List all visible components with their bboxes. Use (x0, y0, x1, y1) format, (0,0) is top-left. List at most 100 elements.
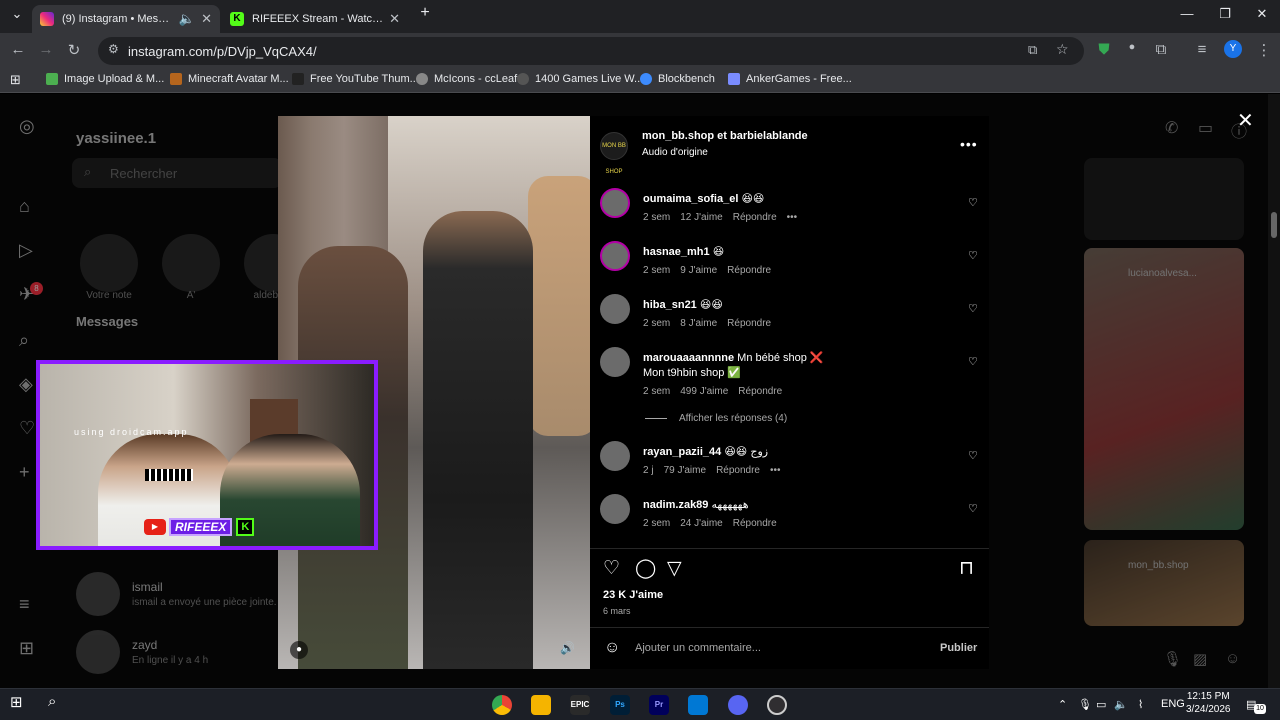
search-icon[interactable]: ⌕ (48, 693, 68, 713)
scrollbar-thumb[interactable] (1271, 212, 1277, 238)
like-icon[interactable]: ♡ (603, 557, 620, 580)
comment-more-icon[interactable]: ••• (787, 212, 798, 223)
explore-icon[interactable]: ◈ (19, 374, 33, 395)
publish-button[interactable]: Publier (940, 642, 977, 654)
clock[interactable]: 12:15 PM 3/24/2026 (1186, 690, 1231, 716)
share-icon[interactable]: ▽ (667, 557, 682, 580)
profile-avatar[interactable]: Y (1224, 40, 1242, 58)
comment-input[interactable]: Ajouter un commentaire... (635, 642, 761, 654)
shield-extension-icon[interactable]: ⛊ (1094, 41, 1114, 58)
avatar[interactable] (600, 347, 630, 377)
bookmark-item[interactable]: Free YouTube Thum... (292, 73, 419, 85)
emoji-icon[interactable]: ☺ (604, 639, 620, 657)
avatar[interactable] (600, 241, 630, 271)
premiere-icon[interactable]: Pr (649, 695, 669, 715)
view-replies-button[interactable]: Afficher les réponses (4) (645, 413, 787, 424)
tagged-user-icon[interactable]: ● (290, 641, 308, 659)
dm-search-input[interactable]: ⌕ Rechercher (72, 158, 282, 188)
comment-username[interactable]: marouaaaannnne (643, 352, 734, 364)
comment-username[interactable]: nadim.zak89 (643, 499, 708, 511)
tab-search-icon[interactable]: ⌄ (2, 6, 32, 22)
obs-icon[interactable] (767, 695, 787, 715)
photoshop-icon[interactable]: Ps (610, 695, 630, 715)
network-tray-icon[interactable]: ⌇ (1138, 698, 1143, 711)
note-avatar[interactable] (80, 234, 138, 292)
like-comment-icon[interactable]: ♡ (968, 196, 978, 209)
comment-likes[interactable]: 12 J'aime (680, 212, 723, 223)
more-grid-icon[interactable]: ⊞ (19, 638, 34, 659)
reply-button[interactable]: Répondre (716, 465, 760, 476)
mic-tray-icon[interactable]: 🎙 (1078, 698, 1092, 711)
back-icon[interactable]: ← (8, 41, 28, 58)
comment-username[interactable]: hiba_sn21 (643, 299, 697, 311)
avatar[interactable] (600, 494, 630, 524)
comment-likes[interactable]: 9 J'aime (680, 265, 717, 276)
likes-count[interactable]: 23 K J'aime (603, 589, 663, 601)
suggested-reel-thumb[interactable]: lucianoalvesa... (1084, 248, 1244, 530)
reload-icon[interactable]: ↻ (64, 41, 84, 59)
discord-icon[interactable] (728, 695, 748, 715)
comment-likes[interactable]: 8 J'aime (680, 318, 717, 329)
file-explorer-icon[interactable] (531, 695, 551, 715)
post-audio-label[interactable]: Audio d'origine (642, 147, 708, 158)
avatar[interactable] (600, 188, 630, 218)
comment-likes[interactable]: 24 J'aime (680, 518, 723, 529)
extension-icon[interactable]: ● (1122, 41, 1142, 53)
extensions-puzzle-icon[interactable]: ⧉ (1151, 41, 1171, 58)
store-icon[interactable] (688, 695, 708, 715)
maximize-icon[interactable]: ❐ (1210, 6, 1240, 22)
tab-rifeeex[interactable]: K RIFEEEX Stream - Watch Live on ✕ (222, 5, 408, 33)
chrome-icon[interactable] (492, 695, 512, 715)
close-tab-icon[interactable]: ✕ (389, 11, 400, 27)
video-call-icon[interactable]: ▭ (1198, 118, 1213, 138)
create-icon[interactable]: + (19, 462, 30, 483)
comment-icon[interactable]: ◯ (635, 557, 656, 580)
camera-tray-icon[interactable]: ▭ (1096, 698, 1106, 711)
epic-games-icon[interactable]: EPIC (570, 695, 590, 715)
home-icon[interactable]: ⌂ (19, 196, 30, 217)
like-comment-icon[interactable]: ♡ (968, 302, 978, 315)
bookmark-item[interactable]: 1400 Games Live W... (517, 73, 643, 85)
suggested-reel-thumb[interactable] (1084, 158, 1244, 240)
thread-item[interactable]: ismail ismail a envoyé une pièce jointe. (76, 572, 277, 616)
bookmark-item[interactable]: Minecraft Avatar M... (170, 73, 289, 85)
note-avatar[interactable] (162, 234, 220, 292)
site-info-icon[interactable]: ⚙ (108, 42, 119, 56)
new-tab-icon[interactable]: + (410, 4, 440, 22)
tray-overflow-icon[interactable]: ⌃ (1058, 698, 1067, 711)
bookmark-item[interactable]: Image Upload & M... (46, 73, 164, 85)
instagram-logo-icon[interactable]: ◎ (19, 116, 35, 137)
thread-item[interactable]: zayd En ligne il y a 4 h (76, 630, 208, 674)
page-scrollbar[interactable] (1268, 94, 1280, 688)
heart-icon[interactable]: ♡ (19, 418, 35, 439)
reply-button[interactable]: Répondre (733, 212, 777, 223)
phone-icon[interactable]: ✆ (1165, 118, 1178, 138)
more-options-icon[interactable]: ••• (960, 136, 978, 152)
reply-button[interactable]: Répondre (727, 265, 771, 276)
bookmark-item[interactable]: McIcons - ccLeaf (416, 73, 517, 85)
reply-button[interactable]: Répondre (733, 518, 777, 529)
bookmark-item[interactable]: AnkerGames - Free... (728, 73, 852, 85)
audio-icon[interactable]: 🔈 (179, 11, 195, 27)
like-comment-icon[interactable]: ♡ (968, 249, 978, 262)
comment-likes[interactable]: 79 J'aime (664, 465, 707, 476)
sticker-icon[interactable]: ☺ (1225, 650, 1240, 667)
close-icon[interactable]: ✕ (1237, 108, 1254, 133)
post-author-avatar[interactable]: MON BB SHOP (600, 132, 628, 175)
search-icon[interactable]: ⌕ (19, 330, 29, 351)
close-window-icon[interactable]: ✕ (1247, 6, 1277, 22)
menu-kebab-icon[interactable]: ⋮ (1254, 41, 1274, 59)
media-control-icon[interactable]: ≡ (1192, 41, 1212, 58)
install-app-icon[interactable]: ⧉ (1028, 42, 1037, 58)
tab-instagram[interactable]: (9) Instagram • Messages 🔈 ✕ (32, 5, 220, 33)
like-comment-icon[interactable]: ♡ (968, 449, 978, 462)
dm-username[interactable]: yassiinee.1 (76, 130, 156, 147)
reply-button[interactable]: Répondre (738, 386, 782, 397)
like-comment-icon[interactable]: ♡ (968, 502, 978, 515)
like-comment-icon[interactable]: ♡ (968, 355, 978, 368)
reply-button[interactable]: Répondre (727, 318, 771, 329)
comment-username[interactable]: oumaima_sofia_el (643, 193, 738, 205)
bookmark-star-icon[interactable]: ☆ (1056, 41, 1069, 58)
volume-icon[interactable]: 🔊 (560, 641, 575, 655)
avatar[interactable] (600, 441, 630, 471)
